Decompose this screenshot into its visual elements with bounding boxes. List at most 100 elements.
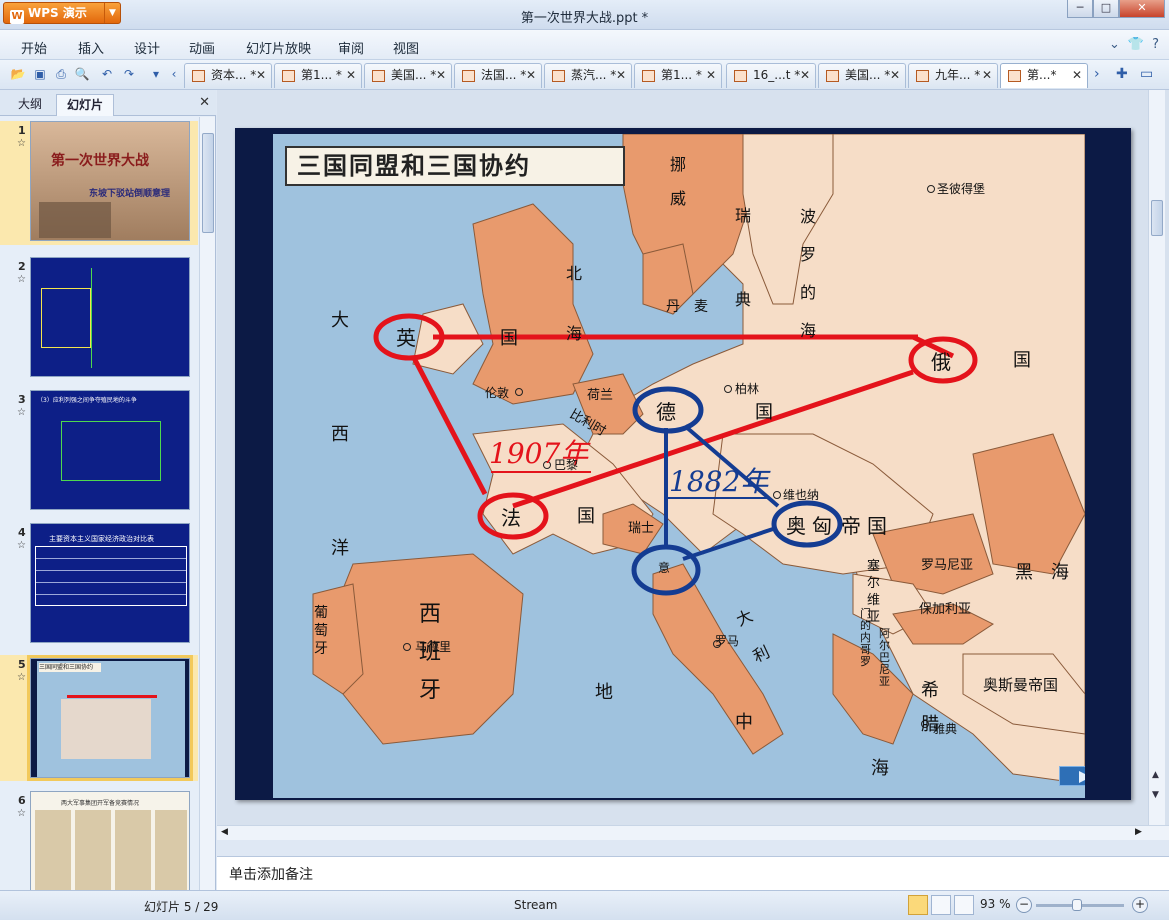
menu-animation[interactable]: 动画 — [189, 38, 215, 57]
map-label-albania: 阿尔巴尼亚 — [879, 627, 890, 688]
map-label-romania: 罗马尼亚 — [921, 558, 974, 573]
tab-outline[interactable]: 大纲 — [8, 94, 52, 116]
scrollbar-thumb[interactable] — [202, 133, 214, 233]
close-icon[interactable]: ✕ — [1072, 64, 1082, 87]
doc-tab[interactable]: 法国... * ✕ — [454, 63, 542, 88]
map-label-berlin: 柏林 — [735, 382, 760, 396]
close-button[interactable]: ✕ — [1119, 0, 1165, 18]
close-icon[interactable]: ✕ — [982, 64, 992, 87]
doc-tab[interactable]: 蒸汽... * ✕ — [544, 63, 632, 88]
slide-counter: 幻灯片 5 / 29 — [144, 900, 219, 914]
map-label-ottoman: 奥斯曼帝国 — [983, 676, 1059, 694]
zoom-slider-handle[interactable] — [1072, 899, 1082, 911]
menu-bar: 开始 插入 设计 动画 幻灯片放映 审阅 视图 ⌄ 👕 ? — [0, 30, 1169, 60]
slide-thumbnail-1[interactable]: 1 ☆ 第一次世界大战 东坡下驳站倒顺意理 — [0, 121, 198, 245]
scrollbar-thumb[interactable] — [1151, 200, 1163, 236]
doc-tab[interactable]: 九年... * ✕ — [908, 63, 998, 88]
chevron-down-icon[interactable]: ⌄ — [1109, 37, 1120, 52]
map-label-london: 伦敦 — [485, 386, 510, 400]
menu-insert[interactable]: 插入 — [78, 38, 104, 57]
slide-sorter-view-button[interactable] — [931, 895, 951, 915]
map-title: 三国同盟和三国协约 — [285, 146, 625, 186]
scroll-right-icon[interactable]: ▶ — [1135, 827, 1142, 837]
normal-view-button[interactable] — [908, 895, 928, 915]
help-icon[interactable]: ? — [1152, 37, 1159, 52]
slide-thumbnail-5[interactable]: 5 ☆ 三国同盟和三国协约 — [0, 655, 198, 781]
save-icon[interactable]: ▣ — [32, 66, 48, 82]
animation-star-icon: ☆ — [17, 808, 26, 819]
close-icon[interactable]: ✕ — [256, 64, 266, 87]
slide-thumbnail-2[interactable]: 2 ☆ — [0, 257, 198, 381]
map-label-madrid: 马德里 — [415, 640, 452, 654]
print-preview-icon[interactable]: 🔍 — [74, 66, 90, 82]
menu-review[interactable]: 审阅 — [338, 38, 364, 57]
map-label-atlantic: 大西洋 — [331, 310, 349, 559]
ppt-file-icon — [734, 70, 747, 82]
menu-slideshow[interactable]: 幻灯片放映 — [246, 38, 311, 57]
slide-canvas[interactable]: 三国同盟和三国协约 英 俄 法 德 奥匈 意 1907年 1882年 挪威 瑞典… — [235, 128, 1131, 800]
zoom-in-button[interactable]: + — [1132, 897, 1148, 913]
tab-slides[interactable]: 幻灯片 — [56, 94, 115, 116]
close-icon[interactable]: ✕ — [800, 64, 810, 87]
redo-icon[interactable]: ↷ — [121, 66, 137, 82]
close-icon[interactable]: ✕ — [616, 64, 626, 87]
doc-tab[interactable]: 16_...t * ✕ — [726, 63, 816, 88]
previous-slide-icon[interactable]: ▲ — [1152, 770, 1159, 780]
map-label-portugal: 葡萄牙 — [314, 605, 328, 657]
tab-scroll-right-icon[interactable]: › — [1094, 66, 1100, 82]
slide-thumbnail-6[interactable]: 6 ☆ 两大军事集团开军备竞赛情况 — [0, 791, 198, 890]
open-folder-icon[interactable]: 📂 — [10, 66, 26, 82]
alliance-year-label: 1882年 — [669, 465, 769, 498]
zoom-level: 93 % — [980, 897, 1011, 911]
doc-tab-active[interactable]: 第...* ✕ — [1000, 63, 1088, 88]
slide-thumbnail-3[interactable]: 3 ☆ （3）应利列强之间争夺殖民地的斗争 — [0, 390, 198, 514]
slideshow-view-button[interactable] — [954, 895, 974, 915]
theme-name: Stream — [514, 898, 558, 912]
map-label-med-2: 中 — [735, 712, 753, 733]
slide-thumbnails: 1 ☆ 第一次世界大战 东坡下驳站倒顺意理 2 ☆ 3 ☆ （3）应利列强之间争… — [0, 117, 198, 890]
editor-horizontal-scrollbar[interactable]: ◀ ▶ — [217, 825, 1169, 840]
next-slide-icon[interactable]: ▼ — [1152, 790, 1159, 800]
menu-home[interactable]: 开始 — [21, 38, 47, 57]
editor-vertical-scrollbar[interactable]: ▲ ▼ — [1148, 90, 1165, 825]
thumbnails-scrollbar[interactable] — [199, 117, 215, 890]
animation-star-icon: ☆ — [17, 274, 26, 285]
map-label-austria-empire: 帝国 — [841, 514, 893, 538]
next-slide-action-button[interactable] — [1059, 766, 1085, 786]
menu-design[interactable]: 设计 — [134, 38, 160, 57]
ppt-file-icon — [282, 70, 295, 82]
doc-tab[interactable]: 资本... * ✕ — [184, 63, 272, 88]
ppt-file-icon — [642, 70, 655, 82]
close-icon[interactable]: ✕ — [436, 64, 446, 87]
doc-tab[interactable]: 美国... * ✕ — [818, 63, 906, 88]
tab-list-icon[interactable]: ▭ — [1140, 66, 1153, 82]
doc-tab[interactable]: 美国... * ✕ — [364, 63, 452, 88]
scroll-left-icon[interactable]: ◀ — [221, 827, 228, 837]
close-icon[interactable]: ✕ — [199, 95, 210, 110]
map-label-russia: 国 — [1013, 350, 1031, 371]
print-icon[interactable]: ⎙ — [53, 66, 69, 82]
menu-view[interactable]: 视图 — [393, 38, 419, 57]
doc-tab[interactable]: 第1... * ✕ — [274, 63, 362, 88]
doc-tab[interactable]: 第1... * ✕ — [634, 63, 722, 88]
new-tab-icon[interactable]: ✚ — [1116, 66, 1128, 82]
customize-chevron-icon[interactable]: ▾ — [148, 66, 164, 82]
close-icon[interactable]: ✕ — [526, 64, 536, 87]
close-icon[interactable]: ✕ — [890, 64, 900, 87]
map-label-petersburg: 圣彼得堡 — [937, 182, 986, 196]
alliance-austria-label: 奥匈 — [786, 514, 838, 538]
close-icon[interactable]: ✕ — [346, 64, 356, 87]
maximize-button[interactable]: □ — [1093, 0, 1119, 18]
map-label-norway: 挪威 — [670, 155, 687, 208]
minimize-button[interactable]: ─ — [1067, 0, 1093, 18]
notes-pane[interactable]: 单击添加备注 — [217, 856, 1169, 890]
shirt-skin-icon[interactable]: 👕 — [1128, 37, 1144, 52]
entente-france-label: 法 — [501, 506, 521, 530]
zoom-out-button[interactable]: − — [1016, 897, 1032, 913]
ppt-file-icon — [372, 70, 385, 82]
close-icon[interactable]: ✕ — [706, 64, 716, 87]
undo-icon[interactable]: ↶ — [99, 66, 115, 82]
map-label-swiss: 瑞士 — [628, 521, 655, 536]
tab-scroll-left-icon[interactable]: ‹ — [166, 66, 182, 82]
slide-thumbnail-4[interactable]: 4 ☆ 主要资本主义国家经济政治对比表 — [0, 523, 198, 647]
